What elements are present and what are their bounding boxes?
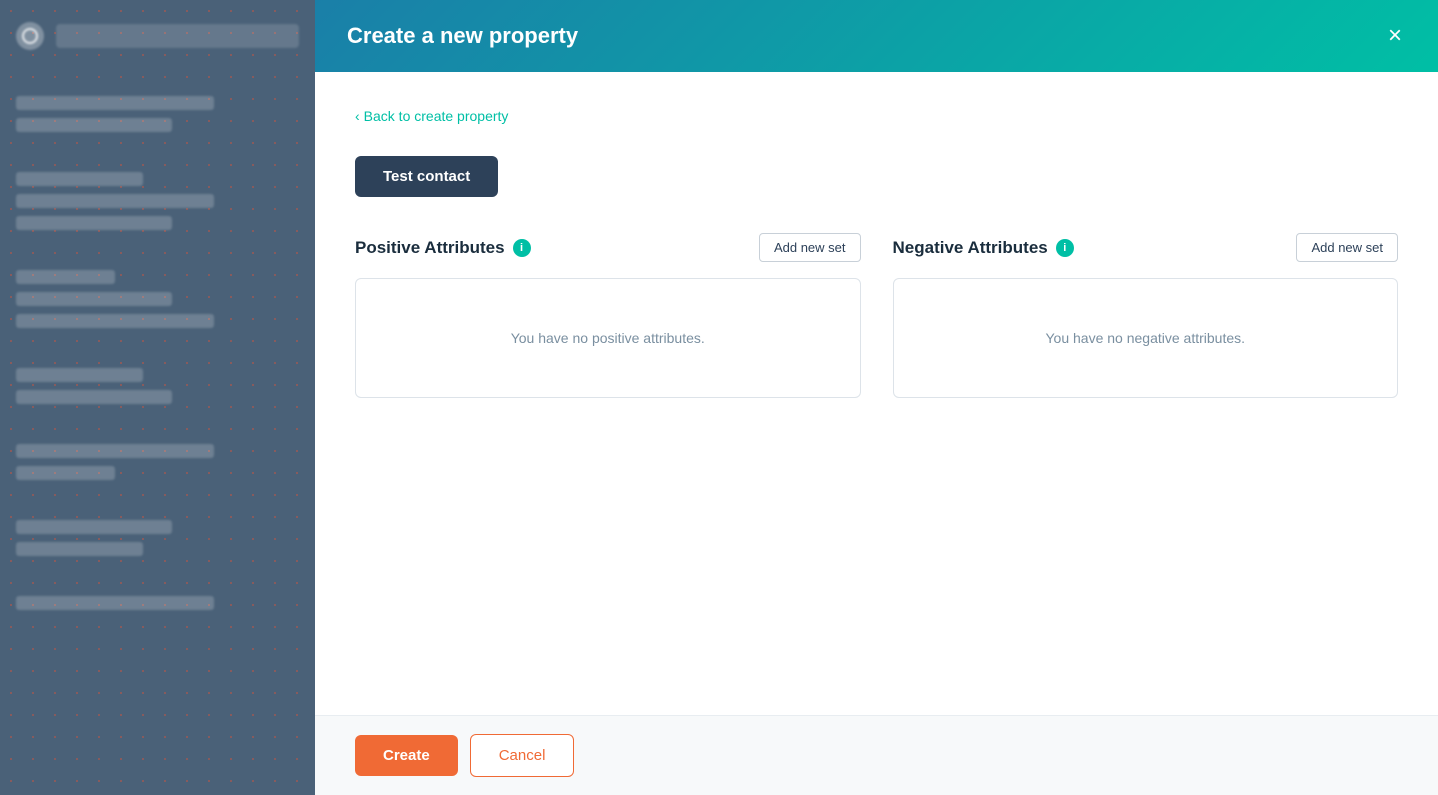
sidebar-panel <box>0 0 315 795</box>
negative-attributes-empty-text: You have no negative attributes. <box>1045 330 1245 346</box>
sidebar-item <box>16 466 115 480</box>
positive-attributes-panel: Positive Attributes i Add new set You ha… <box>355 233 861 398</box>
sidebar-item <box>16 542 143 556</box>
back-to-create-property-link[interactable]: ‹ Back to create property <box>355 108 508 124</box>
test-contact-button[interactable]: Test contact <box>355 156 498 197</box>
positive-add-new-set-button[interactable]: Add new set <box>759 233 861 262</box>
back-chevron-icon: ‹ <box>355 108 360 124</box>
sidebar-item <box>16 314 214 328</box>
sidebar-item <box>16 292 172 306</box>
back-link-label: Back to create property <box>364 108 509 124</box>
negative-attributes-header: Negative Attributes i Add new set <box>893 233 1399 262</box>
create-property-modal: Create a new property × ‹ Back to create… <box>315 0 1438 795</box>
negative-attributes-title: Negative Attributes <box>893 238 1048 258</box>
positive-attributes-empty-text: You have no positive attributes. <box>511 330 705 346</box>
modal-close-button[interactable]: × <box>1384 20 1406 52</box>
create-button[interactable]: Create <box>355 735 458 776</box>
modal-header: Create a new property × <box>315 0 1438 72</box>
negative-attributes-empty-box: You have no negative attributes. <box>893 278 1399 398</box>
sidebar-item <box>16 520 172 534</box>
sidebar-item <box>16 172 143 186</box>
sidebar-item <box>16 368 143 382</box>
modal-body: ‹ Back to create property Test contact P… <box>315 72 1438 715</box>
modal-title: Create a new property <box>347 23 578 49</box>
sidebar-item <box>16 118 172 132</box>
sidebar-item <box>16 194 214 208</box>
attributes-row: Positive Attributes i Add new set You ha… <box>355 233 1398 398</box>
cancel-button[interactable]: Cancel <box>470 734 575 777</box>
sidebar-item <box>16 216 172 230</box>
sidebar-item <box>16 96 214 110</box>
positive-title-group: Positive Attributes i <box>355 238 531 258</box>
negative-attributes-info-icon[interactable]: i <box>1056 239 1074 257</box>
hubspot-logo <box>16 22 44 50</box>
sidebar-item <box>16 596 214 610</box>
sidebar-item <box>16 444 214 458</box>
sidebar-item <box>16 390 172 404</box>
positive-attributes-title: Positive Attributes <box>355 238 505 258</box>
positive-attributes-header: Positive Attributes i Add new set <box>355 233 861 262</box>
modal-footer: Create Cancel <box>315 715 1438 795</box>
negative-add-new-set-button[interactable]: Add new set <box>1296 233 1398 262</box>
positive-attributes-empty-box: You have no positive attributes. <box>355 278 861 398</box>
positive-attributes-info-icon[interactable]: i <box>513 239 531 257</box>
sidebar-item <box>16 270 115 284</box>
negative-title-group: Negative Attributes i <box>893 238 1074 258</box>
negative-attributes-panel: Negative Attributes i Add new set You ha… <box>893 233 1399 398</box>
